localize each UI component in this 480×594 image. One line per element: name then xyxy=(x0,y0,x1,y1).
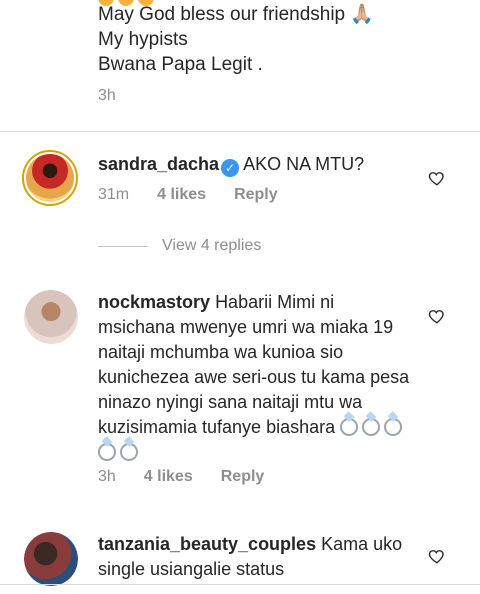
comment-meta: 3h xyxy=(98,87,418,105)
ring-emoji-icon xyxy=(384,418,403,436)
likes-count[interactable]: 4 likes xyxy=(157,186,206,204)
divider xyxy=(0,131,480,132)
ring-emoji-icon xyxy=(120,443,138,461)
comment-time: 31m xyxy=(98,186,130,203)
comment-body: tanzania_beauty_couples Kama uko single … xyxy=(98,532,408,582)
heart-outline-icon[interactable] xyxy=(428,169,446,187)
verified-badge-icon: ✓ xyxy=(221,159,240,177)
reply-button[interactable]: Reply xyxy=(221,468,265,486)
username[interactable]: nockmastory xyxy=(98,292,210,312)
comment-line: May God bless our friendship 🙏🏼 xyxy=(98,4,375,25)
avatar[interactable] xyxy=(24,532,78,586)
comment-meta: 3h 4 likes Reply xyxy=(98,468,264,486)
avatar[interactable] xyxy=(22,150,78,206)
avatar[interactable] xyxy=(24,290,78,344)
view-replies[interactable]: View 4 replies xyxy=(98,237,261,255)
comment-line: Bwana Papa Legit . xyxy=(98,54,263,75)
replies-line xyxy=(98,245,148,247)
comment-line: My hypists xyxy=(98,29,188,50)
comment-text: AKO NA MTU? xyxy=(243,154,365,174)
ring-emoji-icon xyxy=(362,418,381,436)
comment-time: 3h xyxy=(98,87,116,104)
username[interactable]: sandra_dacha xyxy=(98,154,219,174)
heart-outline-icon[interactable] xyxy=(428,307,446,325)
username[interactable]: tanzania_beauty_couples xyxy=(98,534,316,554)
likes-count[interactable]: 4 likes xyxy=(144,468,193,486)
comment-text: Habarii Mimi ni msichana mwenye umri wa … xyxy=(98,292,410,437)
bottom-divider xyxy=(0,584,480,585)
view-replies-label[interactable]: View 4 replies xyxy=(162,237,261,255)
comment-body: sandra_dacha ✓ AKO NA MTU? xyxy=(98,152,408,177)
reply-button[interactable]: Reply xyxy=(234,186,278,204)
heart-outline-icon[interactable] xyxy=(428,547,446,565)
ring-emoji-icon xyxy=(340,418,359,436)
comment-time: 3h xyxy=(98,468,116,485)
top-comment: May God bless our friendship 🙏🏼 My hypis… xyxy=(98,2,418,105)
ring-emoji-icon xyxy=(98,443,116,461)
comment-meta: 31m 4 likes Reply xyxy=(98,186,278,204)
comment-body: nockmastory Habarii Mimi ni msichana mwe… xyxy=(98,290,414,465)
